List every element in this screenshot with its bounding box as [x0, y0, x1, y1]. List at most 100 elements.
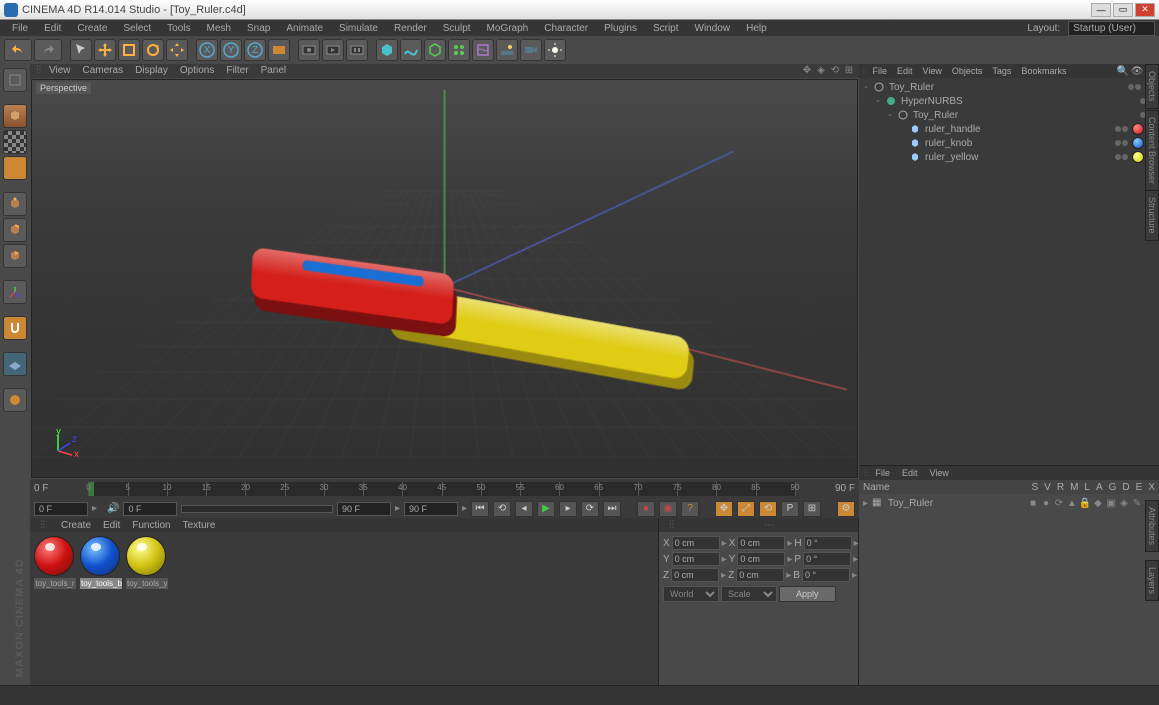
key-options-button[interactable]: ⚙ [837, 501, 855, 517]
timeline[interactable]: 0 F 051015202530354045505560657075808590… [30, 479, 859, 499]
objmenu-tags[interactable]: Tags [987, 66, 1016, 76]
eye-icon[interactable]: 👁 [1131, 65, 1143, 77]
coord-y-input[interactable] [672, 552, 720, 566]
snap-toggle[interactable] [3, 316, 27, 340]
attr-v-icon[interactable]: ● [1041, 498, 1051, 508]
menu-snap[interactable]: Snap [239, 23, 278, 34]
matmenu-texture[interactable]: Texture [177, 520, 222, 531]
x-axis-lock[interactable]: X [196, 39, 218, 61]
view-layout-icon[interactable]: ⊞ [843, 65, 855, 77]
layout-selector[interactable]: Startup (User) [1068, 21, 1155, 36]
menu-mesh[interactable]: Mesh [199, 23, 239, 34]
prev-frame-button[interactable]: ◂ [515, 501, 533, 517]
vtab-layers[interactable]: Layers [1145, 560, 1159, 601]
add-nurbs[interactable] [424, 39, 446, 61]
axis-mode[interactable] [3, 280, 27, 304]
vmenu-options[interactable]: Options [174, 65, 220, 76]
loop-button[interactable]: ⟲ [493, 501, 511, 517]
objmenu-objects[interactable]: Objects [947, 66, 988, 76]
add-spline[interactable] [400, 39, 422, 61]
matmenu-edit[interactable]: Edit [97, 520, 126, 531]
menu-plugins[interactable]: Plugins [596, 23, 645, 34]
objmenu-file[interactable]: File [868, 66, 893, 76]
material-tag-icon[interactable] [1132, 123, 1144, 135]
tree-row[interactable]: - HyperNURBS [861, 94, 1157, 108]
rotate-tool[interactable] [142, 39, 164, 61]
attr-d-icon[interactable]: ◈ [1119, 498, 1129, 508]
attr-e-icon[interactable]: ✎ [1132, 498, 1142, 508]
texture-mode[interactable] [3, 130, 27, 154]
add-environment[interactable] [496, 39, 518, 61]
view-zoom-icon[interactable]: ◈ [815, 65, 827, 77]
workplane-mode[interactable] [3, 156, 27, 180]
menu-create[interactable]: Create [69, 23, 115, 34]
material-item[interactable]: toy_tools_y [126, 536, 168, 589]
tree-twisty[interactable]: - [873, 96, 883, 107]
add-deformer[interactable] [472, 39, 494, 61]
object-name[interactable]: ruler_handle [923, 124, 1113, 135]
coord-mode1-select[interactable]: World [663, 586, 719, 602]
polys-mode[interactable] [3, 244, 27, 268]
spinner-icon[interactable]: ▸ [395, 503, 400, 514]
menu-window[interactable]: Window [687, 23, 739, 34]
frame-start-input[interactable] [34, 502, 88, 516]
loop-forward-button[interactable]: ⟳ [581, 501, 599, 517]
attr-a-icon[interactable]: ◆ [1093, 498, 1103, 508]
coord-x-input[interactable] [672, 536, 720, 550]
vmenu-display[interactable]: Display [129, 65, 174, 76]
add-array[interactable] [448, 39, 470, 61]
goto-end-button[interactable]: ⏭ [603, 501, 621, 517]
move-tool[interactable] [94, 39, 116, 61]
objmenu-edit[interactable]: Edit [892, 66, 918, 76]
attr-m-icon[interactable]: ▲ [1067, 498, 1077, 508]
undo-button[interactable] [4, 39, 32, 61]
attr-g-icon[interactable]: ▣ [1106, 498, 1116, 508]
key-scale-button[interactable]: ⤢ [737, 501, 755, 517]
coord-sy-input[interactable] [737, 552, 785, 566]
matmenu-create[interactable]: Create [55, 520, 97, 531]
attrmenu-file[interactable]: File [870, 468, 897, 478]
material-tag-icon[interactable] [1132, 151, 1144, 163]
menu-render[interactable]: Render [386, 23, 435, 34]
scale-tool[interactable] [118, 39, 140, 61]
drag-handle-icon[interactable]: ⫶⫶ [663, 520, 680, 531]
coord-p-input[interactable] [803, 552, 851, 566]
vmenu-filter[interactable]: Filter [220, 65, 254, 76]
add-light[interactable] [544, 39, 566, 61]
coord-h-input[interactable] [804, 536, 852, 550]
material-item[interactable]: toy_tools_b [80, 536, 122, 589]
autokey-button[interactable]: ◉ [659, 501, 677, 517]
attr-r-icon[interactable]: ⟳ [1054, 498, 1064, 508]
soft-select[interactable] [3, 388, 27, 412]
tree-row[interactable]: -Toy_Ruler✓ [861, 80, 1157, 94]
vmenu-view[interactable]: View [43, 65, 77, 76]
object-tree[interactable]: -Toy_Ruler✓-HyperNURBS-Toy_Rulerruler_ha… [859, 78, 1159, 465]
keyframe-help-button[interactable]: ? [681, 501, 699, 517]
attr-s-icon[interactable]: ■ [1028, 498, 1038, 508]
object-name[interactable]: Toy_Ruler [887, 82, 1126, 93]
vtab-attributes[interactable]: Attributes [1145, 500, 1159, 552]
menu-edit[interactable]: Edit [36, 23, 69, 34]
menu-select[interactable]: Select [115, 23, 159, 34]
coord-apply-button[interactable]: Apply [779, 586, 836, 602]
vmenu-cameras[interactable]: Cameras [77, 65, 130, 76]
menu-character[interactable]: Character [536, 23, 596, 34]
objmenu-view[interactable]: View [918, 66, 947, 76]
vmenu-panel[interactable]: Panel [255, 65, 293, 76]
minimize-button[interactable]: — [1091, 3, 1111, 17]
object-name[interactable]: ruler_knob [923, 138, 1113, 149]
menu-animate[interactable]: Animate [278, 23, 331, 34]
select-tool[interactable] [70, 39, 92, 61]
tree-row[interactable]: ruler_knob [861, 136, 1157, 150]
make-editable[interactable] [3, 68, 27, 92]
matmenu-function[interactable]: Function [126, 520, 176, 531]
key-rot-button[interactable]: ⟲ [759, 501, 777, 517]
view-pan-icon[interactable]: ✥ [801, 65, 813, 77]
tree-twisty[interactable]: - [861, 82, 871, 93]
menu-script[interactable]: Script [645, 23, 687, 34]
vtab-structure[interactable]: Structure [1145, 190, 1159, 241]
add-camera[interactable] [520, 39, 542, 61]
object-name[interactable]: HyperNURBS [899, 96, 1138, 107]
z-axis-lock[interactable]: Z [244, 39, 266, 61]
drag-handle-icon[interactable]: ⫶⫶ [34, 65, 43, 76]
